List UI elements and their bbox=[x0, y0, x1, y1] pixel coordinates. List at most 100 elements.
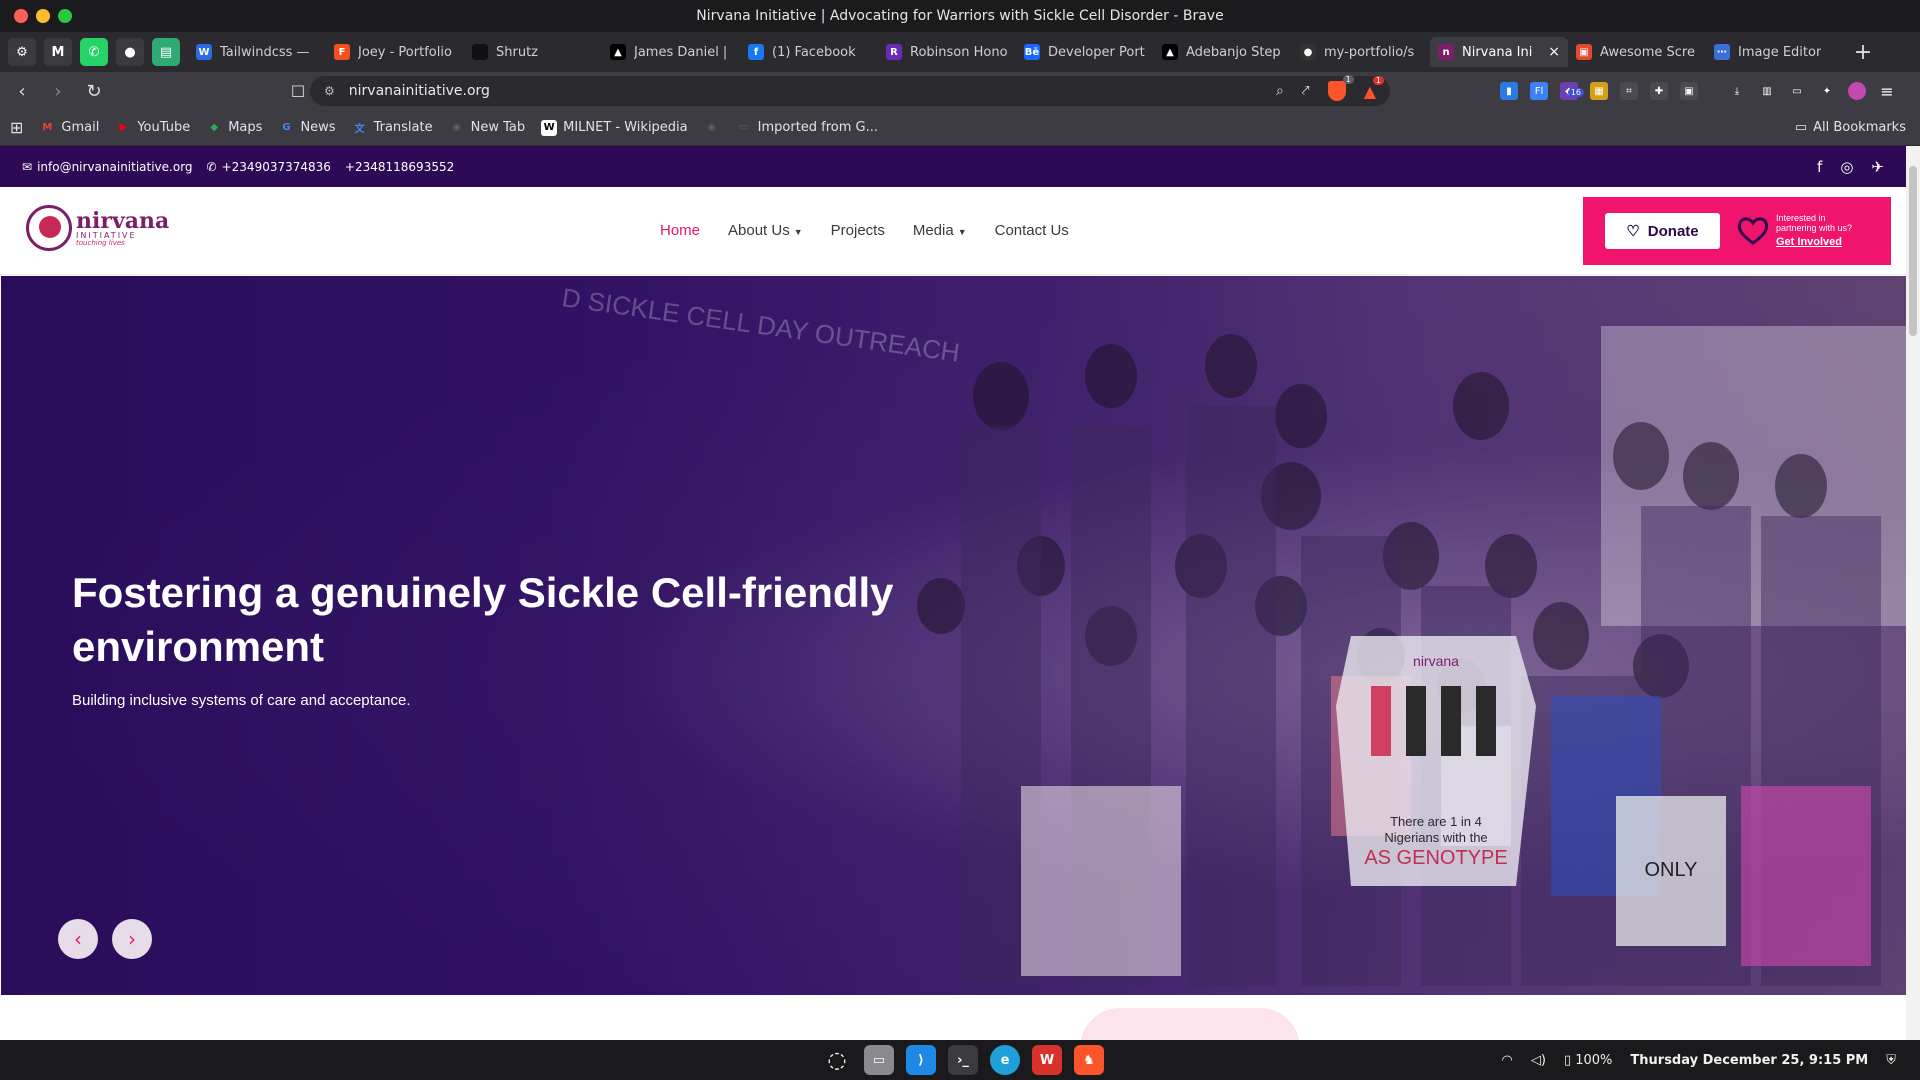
clock[interactable]: Thursday December 25, 9:15 PM bbox=[1630, 1053, 1868, 1068]
downloads-icon[interactable]: ⤓ bbox=[1728, 82, 1746, 100]
notes-pin-icon[interactable]: ▤ bbox=[152, 38, 180, 66]
triangle-icon: ▲ bbox=[1162, 44, 1178, 60]
get-involved-link[interactable]: Get Involved bbox=[1776, 236, 1852, 248]
nirvana-icon: n bbox=[1438, 44, 1454, 60]
logo-text: nirvana INITIATIVE touching lives bbox=[76, 210, 169, 247]
extension-capture-icon[interactable]: ⌗ bbox=[1620, 82, 1638, 100]
nav-media[interactable]: Media ▼ bbox=[913, 222, 967, 239]
bookmark-item[interactable]: ▭ Imported from G... bbox=[736, 120, 878, 136]
browser-tab[interactable]: ● my-portfolio/s bbox=[1292, 37, 1430, 67]
browser-tab[interactable]: ▲ Adebanjo Step bbox=[1154, 37, 1292, 67]
menu-hamburger-icon[interactable]: ≡ bbox=[1878, 82, 1896, 101]
hero-text-block: Fostering a genuinely Sickle Cell-friend… bbox=[72, 566, 972, 709]
phone-contact[interactable]: ✆ +2349037374836 bbox=[207, 160, 331, 174]
vscode-icon[interactable]: ⟩ bbox=[906, 1045, 936, 1075]
battery-indicator[interactable]: ▯ 100% bbox=[1564, 1053, 1612, 1068]
prev-slide-button[interactable]: ‹ bbox=[58, 919, 98, 959]
browser-tab[interactable]: Shrutz bbox=[464, 37, 602, 67]
tab-label: Joey - Portfolio bbox=[358, 44, 452, 60]
bookmark-item[interactable]: 文 Translate bbox=[352, 120, 433, 136]
site-logo[interactable]: nirvana INITIATIVE touching lives bbox=[26, 205, 169, 251]
browser-tab[interactable]: ▣ Awesome Scre bbox=[1568, 37, 1706, 67]
scrollbar-thumb[interactable] bbox=[1909, 166, 1917, 336]
files-icon[interactable]: ▭ bbox=[864, 1045, 894, 1075]
extension-yellow-icon[interactable]: ▦ bbox=[1590, 82, 1608, 100]
site-info-icon[interactable]: ⚙ bbox=[324, 84, 335, 98]
twitter-icon[interactable]: ✈ bbox=[1871, 158, 1884, 176]
profile-avatar-icon[interactable] bbox=[1848, 82, 1866, 100]
reload-button[interactable]: ↻ bbox=[80, 77, 108, 105]
bookmark-label: Maps bbox=[228, 120, 263, 135]
leo-ai-icon[interactable]: ✦ bbox=[1818, 82, 1836, 100]
instagram-icon[interactable]: ◎ bbox=[1840, 158, 1853, 176]
nav-projects[interactable]: Projects bbox=[831, 222, 885, 239]
address-bar[interactable]: ⚙ nirvanainitiative.org ⌕ ⤤ 1 ▲ 1 bbox=[310, 75, 1390, 106]
extension-fi-icon[interactable]: Fl bbox=[1530, 82, 1548, 100]
wps-office-icon[interactable]: W bbox=[1032, 1045, 1062, 1075]
whatsapp-pin-icon[interactable]: ✆ bbox=[80, 38, 108, 66]
page-scrollbar[interactable] bbox=[1906, 146, 1920, 1040]
browser-tab[interactable]: R Robinson Hono bbox=[878, 37, 1016, 67]
pinned-tabs: ⚙ M ✆ ● ▤ bbox=[0, 32, 180, 72]
wifi-icon[interactable]: ◠ bbox=[1502, 1053, 1513, 1068]
edge-icon[interactable]: e bbox=[990, 1045, 1020, 1075]
bookmark-label: New Tab bbox=[470, 120, 526, 135]
nav-about[interactable]: About Us ▼ bbox=[728, 222, 803, 239]
extensions-puzzle-icon[interactable]: ✚ bbox=[1650, 82, 1668, 100]
bookmark-item[interactable]: ◆ Maps bbox=[206, 120, 262, 136]
back-button[interactable]: ‹ bbox=[8, 77, 36, 105]
bookmark-label: Translate bbox=[373, 120, 433, 135]
brave-icon[interactable]: ♞ bbox=[1074, 1045, 1104, 1075]
ubuntu-icon[interactable]: ◌ bbox=[822, 1045, 852, 1075]
browser-tab[interactable]: Bē Developer Port bbox=[1016, 37, 1154, 67]
word-icon: W bbox=[196, 44, 212, 60]
facebook-icon[interactable]: f bbox=[1817, 158, 1822, 176]
bookmark-item[interactable]: ◉ bbox=[704, 120, 720, 136]
bookmark-item[interactable]: ◉ New Tab bbox=[449, 120, 526, 136]
extension-blue-icon[interactable]: ▮ bbox=[1500, 82, 1518, 100]
email-contact[interactable]: ✉ info@nirvanainitiative.org bbox=[22, 160, 193, 174]
browser-tab[interactable]: n Nirvana Ini × bbox=[1430, 37, 1568, 67]
all-bookmarks-button[interactable]: ▭ All Bookmarks bbox=[1795, 120, 1906, 135]
nav-media-label: Media bbox=[912, 222, 954, 239]
share-icon[interactable]: ⤤ bbox=[1302, 83, 1310, 99]
forward-button[interactable]: › bbox=[44, 77, 72, 105]
brave-rewards-icon[interactable]: ▲ 1 bbox=[1364, 75, 1384, 101]
extension-badge-icon[interactable]: ◆ 16 bbox=[1560, 82, 1584, 100]
settings-pin-icon[interactable]: ⚙ bbox=[8, 38, 36, 66]
browser-tab[interactable]: ⋯ Image Editor bbox=[1706, 37, 1844, 67]
phone-contact-2[interactable]: +2348118693552 bbox=[345, 160, 454, 174]
bookmark-item[interactable]: ▶ YouTube bbox=[115, 120, 190, 136]
nav-contact[interactable]: Contact Us bbox=[995, 222, 1069, 239]
poster-board bbox=[1021, 786, 1181, 976]
browser-tab[interactable]: F Joey - Portfolio bbox=[326, 37, 464, 67]
shield-tray-icon[interactable]: ⛨ bbox=[1886, 1053, 1896, 1068]
browser-tab[interactable]: ▲ James Daniel | bbox=[602, 37, 740, 67]
browser-tab[interactable]: f (1) Facebook bbox=[740, 37, 878, 67]
brave-shield-icon[interactable]: 1 bbox=[1327, 75, 1354, 101]
bookmark-item[interactable]: M Gmail bbox=[39, 120, 99, 136]
github-pin-icon[interactable]: ● bbox=[116, 38, 144, 66]
extension-screenshot-icon[interactable]: ▣ bbox=[1680, 82, 1698, 100]
triangle-icon: ▲ bbox=[610, 44, 626, 60]
donate-button[interactable]: ♡ Donate bbox=[1605, 213, 1720, 249]
bookmark-item[interactable]: G News bbox=[278, 120, 335, 136]
sidebar-toggle-icon[interactable]: ▥ bbox=[1758, 82, 1776, 100]
apps-grid-icon[interactable]: ⊞ bbox=[10, 118, 23, 137]
zoom-icon[interactable]: ⌕ bbox=[1276, 83, 1284, 99]
close-window-button[interactable] bbox=[14, 9, 28, 23]
url-text[interactable]: nirvanainitiative.org bbox=[349, 83, 490, 99]
wallet-icon[interactable]: ▭ bbox=[1788, 82, 1806, 100]
bookmark-item[interactable]: W MILNET - Wikipedia bbox=[541, 119, 688, 136]
bookmark-page-icon[interactable]: ☐ bbox=[284, 77, 312, 105]
maximize-window-button[interactable] bbox=[58, 9, 72, 23]
next-slide-button[interactable]: › bbox=[112, 919, 152, 959]
browser-tab[interactable]: W Tailwindcss — bbox=[188, 37, 326, 67]
gmail-pin-icon[interactable]: M bbox=[44, 38, 72, 66]
minimize-window-button[interactable] bbox=[36, 9, 50, 23]
close-tab-icon[interactable]: × bbox=[1548, 44, 1560, 60]
nav-home[interactable]: Home bbox=[660, 222, 700, 239]
new-tab-button[interactable]: + bbox=[1848, 37, 1878, 67]
volume-icon[interactable]: ◁) bbox=[1531, 1053, 1546, 1068]
terminal-icon[interactable]: ›_ bbox=[948, 1045, 978, 1075]
